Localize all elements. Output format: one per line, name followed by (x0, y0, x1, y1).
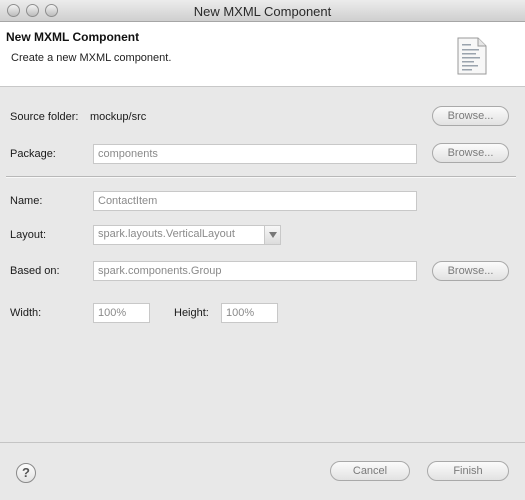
package-browse-button[interactable]: Browse... (432, 143, 509, 163)
window-title: New MXML Component (193, 4, 332, 19)
section-separator (6, 176, 516, 178)
width-input[interactable] (93, 303, 150, 323)
source-folder-browse-button[interactable]: Browse... (432, 106, 509, 126)
package-input[interactable] (93, 144, 417, 164)
layout-select[interactable]: spark.layouts.VerticalLayout (93, 225, 281, 245)
help-icon[interactable]: ? (16, 463, 36, 483)
width-label: Width: (10, 307, 42, 319)
based-on-input[interactable] (93, 261, 417, 281)
layout-label: Layout: (10, 229, 47, 241)
wizard-header: New MXML Component Create a new MXML com… (0, 22, 525, 87)
source-folder-label: Source folder: (10, 111, 79, 123)
wizard-description: Create a new MXML component. (11, 52, 172, 64)
source-folder-value: mockup/src (90, 111, 147, 123)
height-input[interactable] (221, 303, 278, 323)
title-bar: New MXML Component (0, 0, 525, 22)
based-on-label: Based on: (10, 265, 60, 277)
based-on-browse-button[interactable]: Browse... (432, 261, 509, 281)
finish-button[interactable]: Finish (427, 461, 509, 481)
dialog-window: New MXML Component New MXML Component Cr… (0, 0, 525, 500)
name-input[interactable] (93, 191, 417, 211)
layout-select-value: spark.layouts.VerticalLayout (98, 228, 235, 240)
footer-separator (0, 442, 525, 443)
chevron-down-icon (264, 226, 280, 244)
document-icon (457, 37, 487, 75)
package-label: Package: (10, 148, 56, 160)
height-label: Height: (174, 307, 209, 319)
wizard-title: New MXML Component (6, 30, 140, 44)
cancel-button[interactable]: Cancel (330, 461, 410, 481)
name-label: Name: (10, 195, 43, 207)
